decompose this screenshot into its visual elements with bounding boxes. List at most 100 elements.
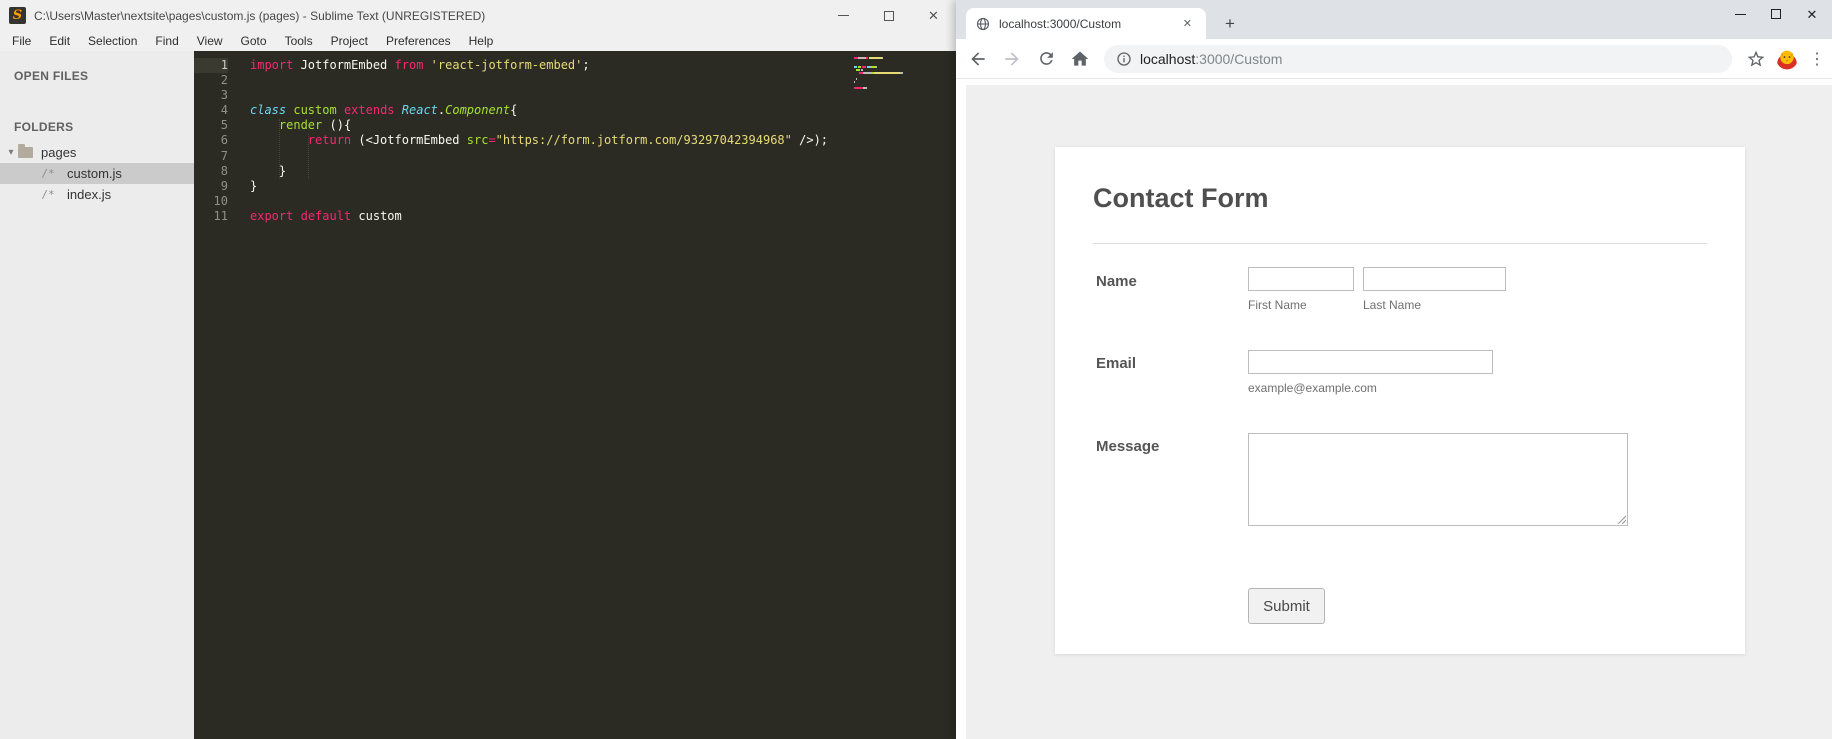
code-line-10: 10 (194, 194, 956, 209)
file-icon: /* (41, 167, 55, 180)
bookmark-star-icon[interactable] (1746, 49, 1766, 69)
new-tab-button[interactable]: + (1218, 12, 1242, 36)
navbar-right-icons: ⋮ (1746, 46, 1826, 72)
contact-form-card: Contact Form Name First Name Last Name E… (1055, 147, 1745, 654)
line-number: 4 (220, 103, 228, 118)
sublime-menubar: File Edit Selection Find View Goto Tools Projec… (0, 31, 956, 51)
forward-arrow-icon (1005, 51, 1019, 66)
line-number: 5 (220, 118, 228, 133)
sidebar-file-index.js[interactable]: /* index.js (0, 184, 194, 205)
indent-guide (308, 134, 309, 179)
home-icon (1071, 51, 1089, 66)
browser-navbar: localhost:3000/Custom ⋮ (956, 39, 1832, 79)
forward-button[interactable] (1000, 47, 1024, 71)
sublime-window: S C:\Users\Master\nextsite\pages\custom.… (0, 0, 956, 739)
back-arrow-icon (971, 51, 985, 66)
line-number: 8 (220, 163, 228, 178)
line-number: 2 (220, 73, 228, 88)
line-number: 1 (194, 58, 228, 74)
close-icon: ✕ (1806, 6, 1818, 22)
url-host: localhost (1140, 50, 1196, 67)
line-number: 3 (220, 88, 228, 103)
open-files-heading: OPEN FILES (14, 69, 89, 83)
menu-item-tools[interactable]: Tools (276, 32, 322, 50)
minimize-button[interactable] (821, 0, 866, 31)
browser-window-controls: ✕ (1722, 0, 1830, 28)
first-name-input[interactable] (1248, 267, 1354, 291)
line-number: 6 (220, 133, 228, 148)
code-line-11: 11 export default custom (194, 209, 956, 224)
file-icon: /* (41, 188, 55, 201)
indent-guide (279, 119, 280, 179)
line-number: 9 (220, 178, 228, 193)
sublime-titlebar[interactable]: S C:\Users\Master\nextsite\pages\custom.… (0, 0, 956, 31)
maximize-button[interactable] (1758, 0, 1794, 28)
form-divider (1093, 243, 1707, 244)
close-icon: ✕ (928, 8, 939, 23)
maximize-button[interactable] (866, 0, 911, 31)
code-line-4: 4 class custom extends React.Component{ (194, 103, 956, 118)
menu-item-help[interactable]: Help (460, 32, 503, 50)
browser-tab[interactable]: localhost:3000/Custom ✕ (966, 8, 1206, 39)
profile-avatar[interactable] (1774, 46, 1800, 72)
menu-item-file[interactable]: File (3, 32, 40, 50)
reload-button[interactable] (1034, 47, 1058, 71)
line-number: 11 (213, 208, 228, 223)
close-button[interactable]: ✕ (1794, 0, 1830, 28)
menu-item-goto[interactable]: Goto (232, 32, 276, 50)
folder-name: pages (41, 145, 77, 160)
browser-menu-button[interactable]: ⋮ (1808, 49, 1826, 69)
minimize-button[interactable] (1722, 0, 1758, 28)
sublime-body: OPEN FILES FOLDERS ▾ pages /* custom.js/*… (0, 51, 956, 739)
sidebar-folder-pages[interactable]: ▾ pages (0, 142, 194, 163)
browser-tabbar: localhost:3000/Custom ✕ + ✕ (956, 0, 1832, 39)
minimap[interactable] (854, 57, 918, 90)
last-name-input[interactable] (1363, 267, 1506, 291)
minimize-icon (838, 15, 849, 16)
menu-item-edit[interactable]: Edit (40, 32, 79, 50)
form-title: Contact Form (1093, 183, 1269, 213)
last-name-sublabel: Last Name (1363, 298, 1422, 312)
reload-icon (1039, 52, 1053, 65)
file-name: index.js (67, 187, 112, 202)
desktop: S C:\Users\Master\nextsite\pages\custom.… (0, 0, 1832, 739)
close-button[interactable]: ✕ (911, 0, 956, 31)
email-label: Email (1096, 355, 1137, 372)
first-name-sublabel: First Name (1248, 298, 1307, 312)
maximize-icon (883, 10, 894, 21)
menu-item-selection[interactable]: Selection (79, 32, 146, 50)
url-bar[interactable]: localhost:3000/Custom (1104, 44, 1732, 73)
maximize-icon (1771, 9, 1781, 19)
file-name: custom.js (67, 166, 122, 181)
minimize-icon (1734, 13, 1746, 15)
sublime-window-title: C:\Users\Master\nextsite\pages\custom.js… (34, 8, 486, 23)
sublime-logo-icon: S (9, 7, 26, 24)
message-label: Message (1096, 438, 1160, 455)
home-button[interactable] (1068, 47, 1092, 71)
globe-favicon-icon (976, 17, 990, 30)
code-line-3: 3 (194, 88, 956, 103)
menu-item-view[interactable]: View (188, 32, 232, 50)
code-line-5: 5 render (){ (194, 118, 956, 133)
menu-item-project[interactable]: Project (322, 32, 377, 50)
disclosure-triangle-icon[interactable]: ▾ (4, 147, 18, 158)
folder-icon (18, 144, 33, 158)
menu-item-find[interactable]: Find (146, 32, 187, 50)
folders-heading: FOLDERS (14, 120, 74, 134)
info-icon[interactable] (1116, 51, 1132, 67)
line-number: 7 (220, 148, 228, 163)
back-button[interactable] (966, 47, 990, 71)
line-number: 10 (213, 193, 228, 208)
submit-button[interactable]: Submit (1248, 588, 1325, 624)
code-line-2: 2 (194, 73, 956, 88)
menu-item-preferences[interactable]: Preferences (377, 32, 460, 50)
email-input[interactable] (1248, 350, 1493, 374)
tab-close-icon[interactable]: ✕ (1179, 15, 1196, 32)
sidebar-file-custom.js[interactable]: /* custom.js (0, 163, 194, 184)
sublime-window-controls: ✕ (821, 0, 956, 31)
code-editor[interactable]: 1 import JotformEmbed from 'react-jotform… (194, 51, 956, 739)
name-label: Name (1096, 273, 1137, 290)
message-textarea[interactable] (1248, 433, 1628, 526)
url-path: :3000/Custom (1195, 50, 1283, 67)
tab-title: localhost:3000/Custom (999, 16, 1122, 31)
